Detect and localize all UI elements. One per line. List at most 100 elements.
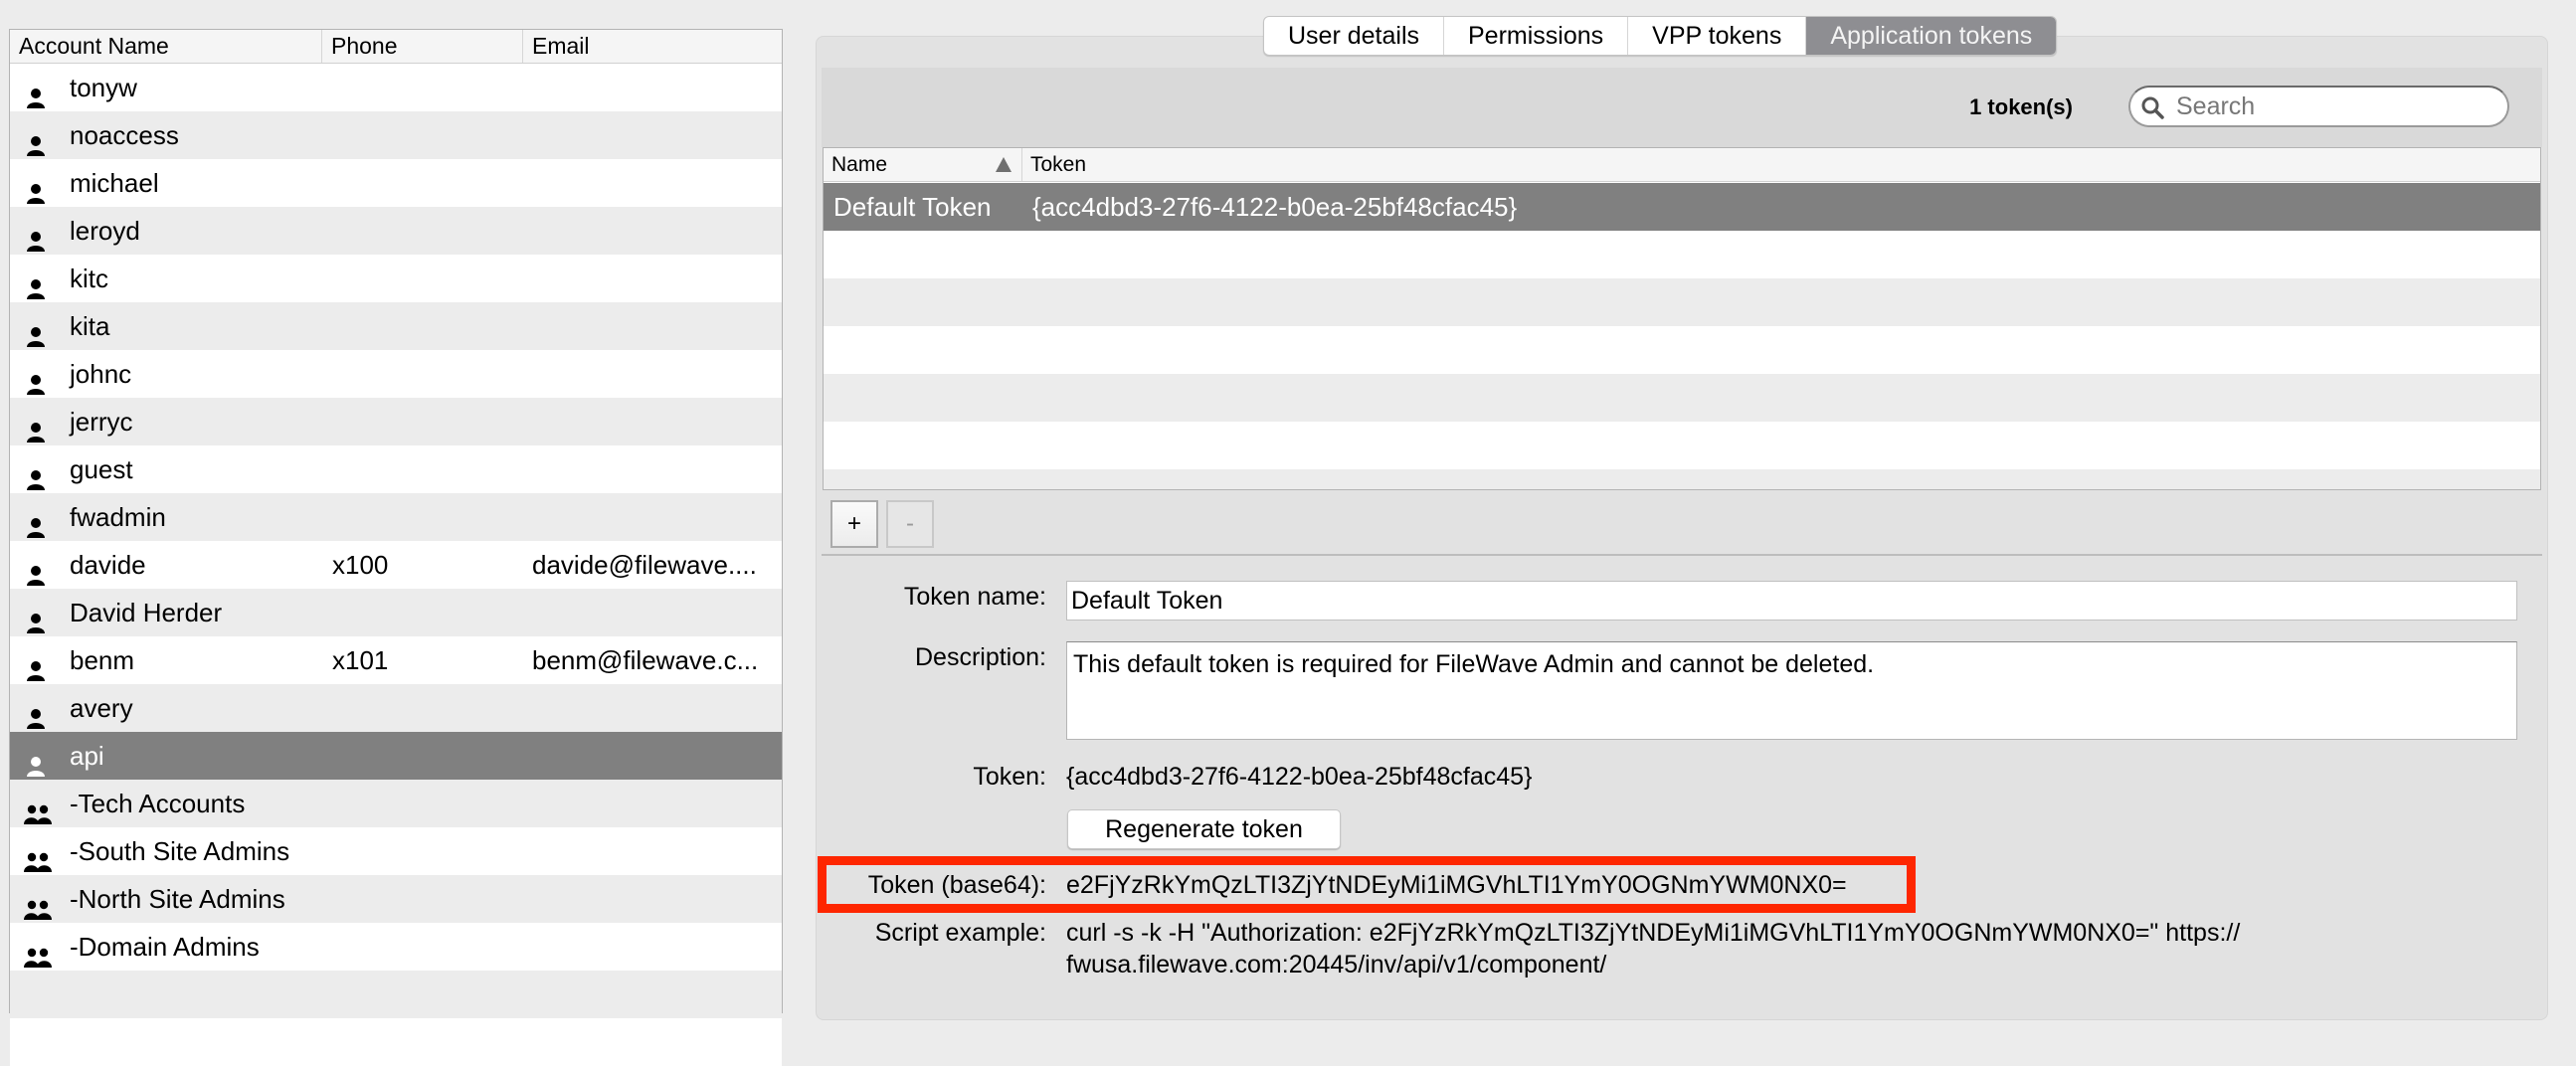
- search-icon: [2141, 96, 2164, 119]
- account-row[interactable]: David Herder: [10, 589, 782, 636]
- token-row-name: Default Token: [833, 192, 992, 222]
- account-name: fwadmin: [70, 502, 166, 532]
- account-name: tonyw: [70, 73, 137, 102]
- column-header-name-label: Name: [831, 153, 888, 176]
- account-name: -Domain Admins: [70, 932, 260, 962]
- user-icon: [24, 649, 54, 681]
- empty-row: [10, 1018, 782, 1066]
- tab-permissions[interactable]: Permissions: [1444, 17, 1629, 55]
- sort-ascending-icon: [996, 157, 1012, 172]
- tokens-table: Name Token Default Token {acc4dbd3-27f6-4…: [823, 147, 2541, 490]
- user-icon: [24, 411, 54, 443]
- script-example-line-1: curl -s -k -H "Authorization: e2FjYzRkYm…: [1066, 919, 2241, 947]
- user-icon: [24, 220, 54, 252]
- tokens-toolbar: 1 token(s): [822, 68, 2542, 147]
- column-header-phone[interactable]: Phone: [322, 30, 523, 63]
- accounts-table-header: Account Name Phone Email: [10, 30, 782, 64]
- user-icon: [24, 124, 54, 156]
- account-row[interactable]: jerryc: [10, 398, 782, 445]
- user-icon: [24, 267, 54, 299]
- account-name: kita: [70, 311, 110, 341]
- user-icon: [24, 77, 54, 108]
- empty-row: [10, 971, 782, 1018]
- account-name: davide: [70, 550, 146, 580]
- token-label: Token:: [973, 763, 1046, 791]
- account-name: -North Site Admins: [70, 884, 285, 914]
- account-name: noaccess: [70, 120, 179, 150]
- search-field[interactable]: [2128, 86, 2509, 127]
- user-icon: [24, 172, 54, 204]
- user-icon: [24, 458, 54, 490]
- user-icon: [24, 554, 54, 586]
- token-count: 1 token(s): [1969, 94, 2073, 119]
- account-name: leroyd: [70, 216, 140, 246]
- token-name-input[interactable]: [1066, 581, 2517, 621]
- user-icon: [24, 363, 54, 395]
- account-row[interactable]: leroyd: [10, 207, 782, 255]
- account-row[interactable]: -South Site Admins: [10, 827, 782, 875]
- empty-row: [824, 231, 2540, 278]
- column-header-name[interactable]: Name: [824, 148, 1022, 181]
- account-row[interactable]: tonyw: [10, 64, 782, 111]
- user-icon: [24, 602, 54, 633]
- empty-row: [824, 326, 2540, 374]
- highlight-annotation: [818, 856, 1916, 913]
- empty-row: [824, 422, 2540, 469]
- account-phone: x100: [332, 550, 389, 580]
- account-row[interactable]: api: [10, 732, 782, 780]
- empty-row: [824, 469, 2540, 489]
- account-phone: x101: [332, 645, 389, 675]
- remove-token-button[interactable]: -: [886, 500, 934, 548]
- column-header-email[interactable]: Email: [523, 30, 782, 63]
- account-name: -Tech Accounts: [70, 789, 246, 818]
- empty-row: [824, 374, 2540, 422]
- user-icon: [24, 745, 54, 777]
- account-row[interactable]: -Domain Admins: [10, 923, 782, 971]
- description-label: Description:: [915, 643, 1046, 671]
- account-name: David Herder: [70, 598, 223, 627]
- account-row[interactable]: davide x100 davide@filewave....: [10, 541, 782, 589]
- account-row[interactable]: kitc: [10, 255, 782, 302]
- column-header-account-name[interactable]: Account Name: [10, 30, 322, 63]
- account-name: avery: [70, 693, 133, 723]
- account-name: johnc: [70, 359, 132, 389]
- token-row[interactable]: Default Token {acc4dbd3-27f6-4122-b0ea-25…: [824, 183, 2540, 231]
- tab-bar: User details Permissions VPP tokens Applica…: [1263, 16, 2058, 56]
- group-icon: [24, 793, 54, 824]
- accounts-list: tonyw noaccess michael leroyd kitc kita johnc j…: [10, 64, 782, 1066]
- tab-application-tokens[interactable]: Application tokens: [1806, 17, 2057, 55]
- description-textarea[interactable]: This default token is required for FileW…: [1066, 641, 2517, 740]
- column-header-token[interactable]: Token: [1022, 148, 2540, 181]
- account-row[interactable]: kita: [10, 302, 782, 350]
- token-value: {acc4dbd3-27f6-4122-b0ea-25bf48cfac45}: [1066, 763, 1533, 791]
- account-name: -South Site Admins: [70, 836, 290, 866]
- account-name: michael: [70, 168, 159, 198]
- search-input[interactable]: [2174, 89, 2492, 123]
- account-row[interactable]: fwadmin: [10, 493, 782, 541]
- divider: [822, 554, 2542, 556]
- account-name: benm: [70, 645, 135, 675]
- token-name-label: Token name:: [903, 583, 1046, 611]
- tab-user-details[interactable]: User details: [1264, 17, 1444, 55]
- account-row[interactable]: -Tech Accounts: [10, 780, 782, 827]
- regenerate-token-button[interactable]: Regenerate token: [1067, 809, 1341, 849]
- account-row[interactable]: michael: [10, 159, 782, 207]
- account-row[interactable]: johnc: [10, 350, 782, 398]
- account-name: guest: [70, 454, 133, 484]
- add-token-button[interactable]: +: [830, 500, 878, 548]
- user-icon: [24, 506, 54, 538]
- token-row-token: {acc4dbd3-27f6-4122-b0ea-25bf48cfac45}: [1032, 192, 1518, 222]
- group-icon: [24, 888, 54, 920]
- tab-vpp-tokens[interactable]: VPP tokens: [1628, 17, 1807, 55]
- account-row[interactable]: -North Site Admins: [10, 875, 782, 923]
- tokens-list: Default Token {acc4dbd3-27f6-4122-b0ea-25…: [824, 183, 2540, 489]
- account-email: benm@filewave.c...: [532, 645, 759, 675]
- accounts-table: Account Name Phone Email tonyw noaccess mi…: [9, 29, 783, 1066]
- account-row[interactable]: noaccess: [10, 111, 782, 159]
- account-row[interactable]: avery: [10, 684, 782, 732]
- user-icon: [24, 697, 54, 729]
- account-row[interactable]: guest: [10, 445, 782, 493]
- account-row[interactable]: benm x101 benm@filewave.c...: [10, 636, 782, 684]
- tokens-table-header: Name Token: [824, 148, 2540, 182]
- script-example-label: Script example:: [874, 919, 1046, 947]
